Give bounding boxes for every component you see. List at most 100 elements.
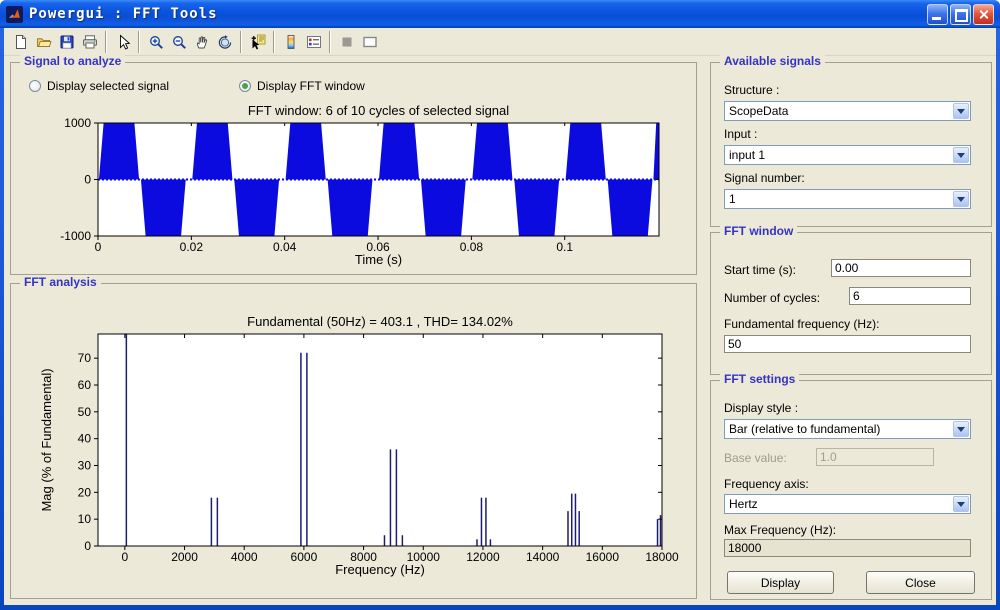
svg-text:2000: 2000 (171, 550, 198, 564)
colorbar-icon (283, 34, 299, 50)
structure-select[interactable]: ScopeData (724, 101, 971, 121)
close-button[interactable] (973, 4, 994, 25)
legend-disabled-button (358, 30, 381, 53)
colorbar-disabled-button (335, 30, 358, 53)
chevron-down-icon (953, 147, 969, 163)
minimize-button[interactable] (927, 4, 948, 25)
zoom-out-icon (171, 34, 187, 50)
svg-text:Frequency (Hz): Frequency (Hz) (335, 562, 425, 577)
cycles-label: Number of cycles: (724, 291, 820, 305)
display-style-select[interactable]: Bar (relative to fundamental) (724, 419, 971, 439)
signal-number-value: 1 (729, 192, 950, 206)
svg-text:0: 0 (84, 539, 91, 553)
cycles-input[interactable] (849, 287, 971, 305)
gray-square-icon (339, 34, 355, 50)
input-value: input 1 (729, 148, 950, 162)
svg-text:Mag (% of Fundamental): Mag (% of Fundamental) (39, 368, 54, 511)
toolbar-separator (240, 31, 242, 53)
svg-text:0.04: 0.04 (273, 240, 297, 254)
svg-text:4000: 4000 (231, 550, 258, 564)
fundamental-frequency-input[interactable] (724, 335, 971, 353)
structure-label: Structure : (724, 83, 779, 97)
signal-number-select[interactable]: 1 (724, 189, 971, 209)
powergui-fft-tools-window: Powergui : FFT Tools (0, 0, 1000, 610)
zoom-out-button[interactable] (167, 30, 190, 53)
zoom-in-icon (148, 34, 164, 50)
frequency-axis-value: Hertz (729, 497, 950, 511)
radio-label: Display selected signal (47, 79, 169, 93)
svg-text:Time (s): Time (s) (355, 252, 402, 267)
matlab-logo-icon (6, 6, 23, 23)
radio-circle-icon (29, 80, 41, 92)
frequency-axis-select[interactable]: Hertz (724, 494, 971, 514)
svg-text:0.08: 0.08 (460, 240, 484, 254)
svg-text:14000: 14000 (526, 550, 560, 564)
svg-text:20: 20 (78, 485, 92, 499)
figure-toolbar (4, 28, 996, 56)
svg-text:60: 60 (78, 378, 92, 392)
fft-window-group: FFT window Start time (s): Number of cyc… (710, 232, 992, 375)
input-label: Input : (724, 127, 757, 141)
svg-text:0: 0 (95, 240, 102, 254)
signal-to-analyze-group: Signal to analyze 00.020.040.060.080.1-1… (10, 62, 697, 275)
toolbar-separator (329, 31, 331, 53)
radio-circle-icon (239, 80, 251, 92)
zoom-in-button[interactable] (144, 30, 167, 53)
save-icon (59, 34, 75, 50)
input-select[interactable]: input 1 (724, 145, 971, 165)
start-time-input[interactable] (831, 259, 971, 277)
pointer-tool-button[interactable] (111, 30, 134, 53)
new-file-icon (13, 34, 29, 50)
display-style-label: Display style : (724, 401, 798, 415)
close-dialog-button[interactable]: Close (866, 571, 975, 594)
chevron-down-icon (953, 421, 969, 437)
title-bar: Powergui : FFT Tools (0, 0, 1000, 28)
maximize-button[interactable] (950, 4, 971, 25)
pointer-icon (115, 34, 131, 50)
svg-text:0.02: 0.02 (180, 240, 204, 254)
save-button[interactable] (55, 30, 78, 53)
chevron-down-icon (953, 496, 969, 512)
svg-text:18000: 18000 (645, 550, 679, 564)
window-controls (927, 4, 994, 25)
radio-display-fft-window[interactable]: Display FFT window (239, 79, 365, 93)
insert-colorbar-button[interactable] (279, 30, 302, 53)
frequency-axis-label: Frequency axis: (724, 477, 809, 491)
legend-icon (306, 34, 322, 50)
max-frequency-input[interactable] (724, 539, 971, 557)
window-title: Powergui : FFT Tools (29, 6, 927, 22)
fft-settings-group: FFT settings Display style : Bar (relati… (710, 380, 992, 600)
svg-text:-1000: -1000 (60, 229, 91, 243)
signal-plot: 00.020.040.060.080.1-100001000Time (s)FF… (11, 63, 696, 274)
structure-value: ScopeData (729, 104, 950, 118)
max-frequency-label: Max Frequency (Hz): (724, 523, 836, 537)
available-signals-title: Available signals (720, 54, 825, 68)
new-file-button[interactable] (9, 30, 32, 53)
svg-text:FFT window: 6 of 10 cycles of: FFT window: 6 of 10 cycles of selected s… (248, 103, 509, 118)
svg-text:0: 0 (84, 173, 91, 187)
rotate-3d-icon (217, 34, 233, 50)
radio-label: Display FFT window (257, 79, 365, 93)
svg-text:10: 10 (78, 512, 92, 526)
insert-legend-button[interactable] (302, 30, 325, 53)
start-time-label: Start time (s): (724, 263, 796, 277)
open-file-button[interactable] (32, 30, 55, 53)
chevron-down-icon (953, 103, 969, 119)
print-button[interactable] (78, 30, 101, 53)
data-cursor-button[interactable] (246, 30, 269, 53)
base-value-label: Base value: (724, 451, 787, 465)
svg-text:12000: 12000 (466, 550, 500, 564)
radio-display-selected-signal[interactable]: Display selected signal (29, 79, 169, 93)
svg-text:30: 30 (78, 458, 92, 472)
fft-analysis-group: FFT analysis 020004000600080001000012000… (10, 283, 697, 599)
svg-text:1000: 1000 (64, 116, 91, 130)
fft-plot: 0200040006000800010000120001400016000180… (11, 284, 696, 598)
rotate-3d-button[interactable] (213, 30, 236, 53)
fft-settings-title: FFT settings (720, 372, 799, 386)
svg-text:0.1: 0.1 (556, 240, 573, 254)
open-folder-icon (36, 34, 52, 50)
display-button[interactable]: Display (727, 571, 834, 594)
svg-text:50: 50 (78, 405, 92, 419)
chevron-down-icon (953, 191, 969, 207)
pan-tool-button[interactable] (190, 30, 213, 53)
